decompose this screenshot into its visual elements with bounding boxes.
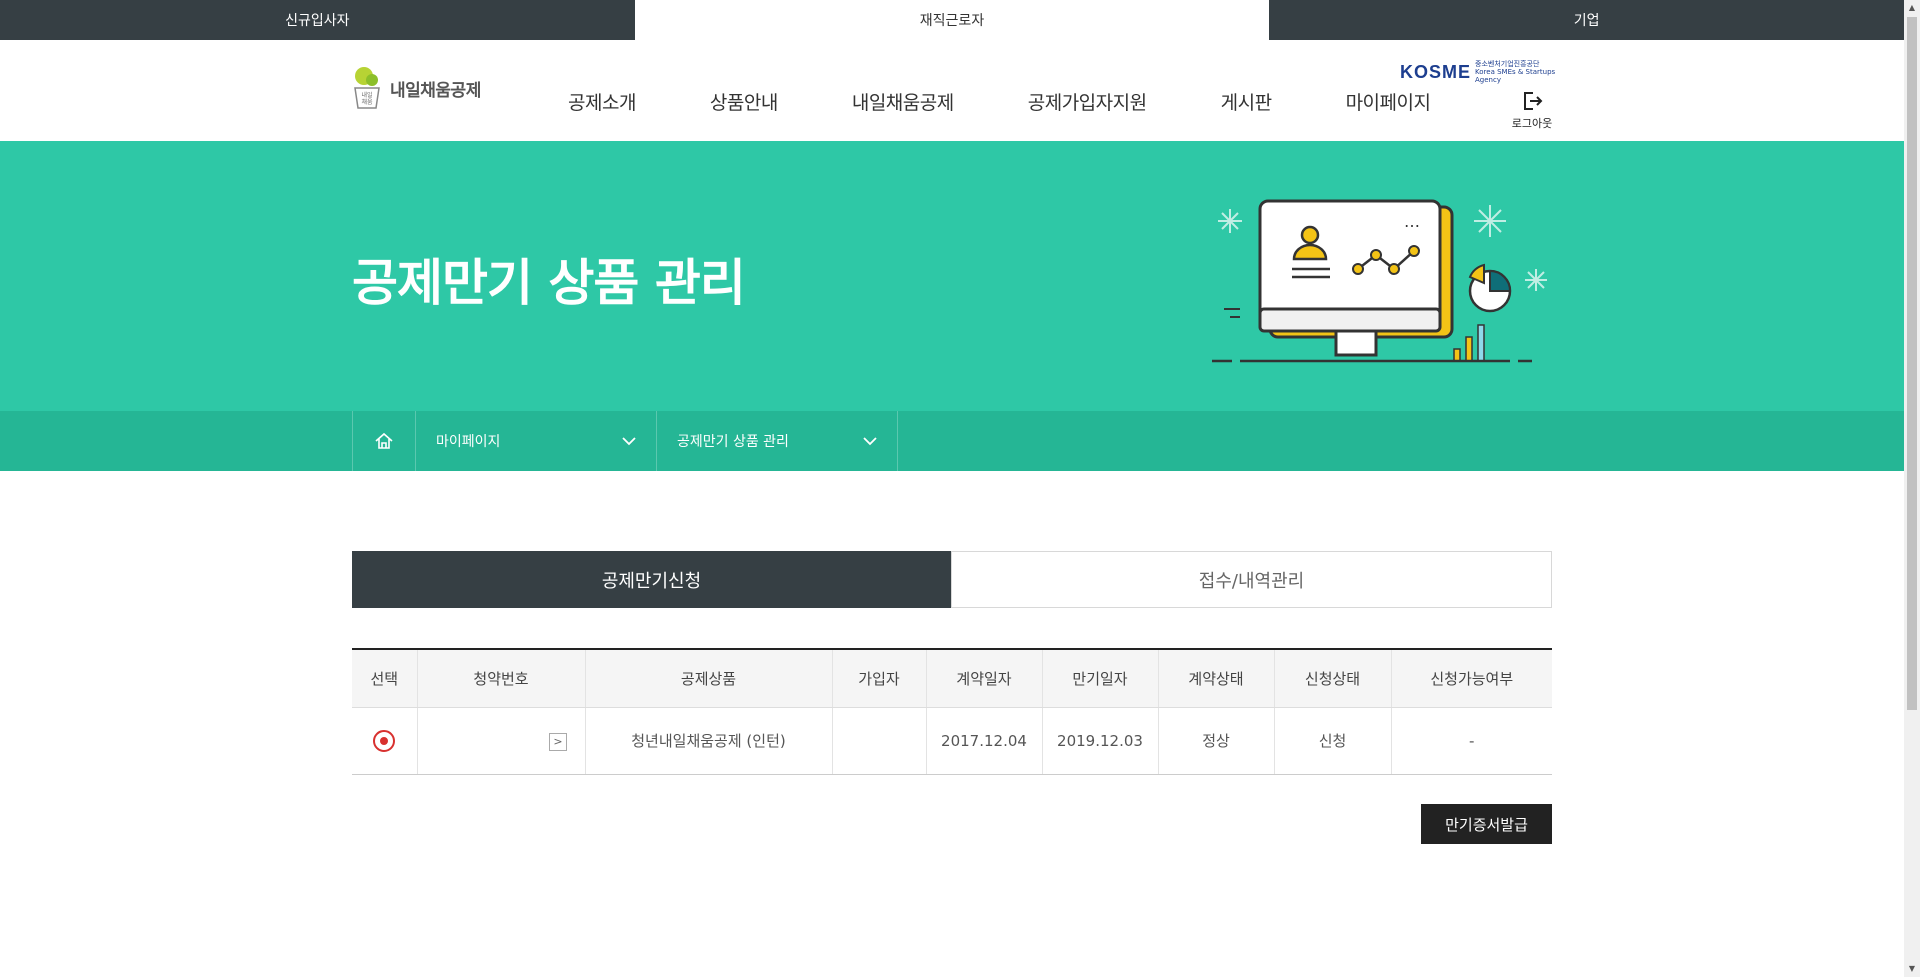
content-tabs: 공제만기신청 접수/내역관리 [352, 551, 1552, 608]
svg-text:…: … [1404, 212, 1420, 231]
user-type-tabs: 신규입사자 재직근로자 기업 [0, 0, 1905, 40]
tab-history[interactable]: 접수/내역관리 [951, 551, 1552, 608]
logout-label: 로그아웃 [1511, 117, 1553, 130]
home-icon [375, 432, 393, 449]
col-contract-date: 계약일자 [925, 649, 1042, 708]
nav-mypage[interactable]: 마이페이지 [1346, 88, 1431, 115]
issue-certificate-button[interactable]: 만기증서발급 [1421, 804, 1552, 844]
page-banner: 공제만기 상품 관리 … [0, 141, 1904, 411]
logo-cup-icon: 내일 채움 [354, 67, 380, 109]
site-header: 내일 채움 내일채움공제 공제소개 상품안내 내일채움공제 공제가입자지원 게시… [0, 40, 1904, 141]
logout-button[interactable]: 로그아웃 [1508, 90, 1556, 131]
col-contract-status: 계약상태 [1157, 649, 1274, 708]
select-cell [352, 707, 417, 775]
col-subscription-no: 청약번호 [416, 649, 585, 708]
row-select-radio[interactable] [373, 729, 396, 752]
col-select: 선택 [352, 649, 417, 708]
page-scrollbar[interactable]: ▲ ▼ [1904, 0, 1920, 977]
chevron-down-icon [622, 437, 636, 446]
maturity-date-cell: 2019.12.03 [1041, 707, 1158, 775]
logo-text: 내일채움공제 [390, 80, 481, 101]
user-type-employee[interactable]: 재직근로자 [634, 0, 1270, 40]
kosme-subtitle: 중소벤처기업진흥공단 Korea SMEs & Startups Agency [1475, 60, 1556, 84]
scroll-down-icon[interactable]: ▼ [1904, 961, 1920, 977]
user-type-new-hire[interactable]: 신규입사자 [0, 0, 635, 40]
subscription-no-cell: > [416, 707, 585, 775]
contract-date-cell: 2017.12.04 [925, 707, 1042, 775]
page-title: 공제만기 상품 관리 [352, 243, 746, 315]
breadcrumb-home[interactable] [352, 411, 416, 471]
contract-status-cell: 정상 [1157, 707, 1274, 775]
breadcrumb: 마이페이지 공제만기 상품 관리 [0, 411, 1904, 471]
scroll-thumb[interactable] [1907, 17, 1917, 710]
breadcrumb-items: 마이페이지 공제만기 상품 관리 [352, 411, 898, 471]
logout-icon [1524, 92, 1543, 110]
eligible-cell: - [1390, 707, 1552, 775]
col-maturity-date: 만기일자 [1041, 649, 1158, 708]
main-nav: 공제소개 상품안내 내일채움공제 공제가입자지원 게시판 마이페이지 [530, 88, 1431, 115]
tab-maturity-apply[interactable]: 공제만기신청 [352, 551, 951, 608]
breadcrumb-level1-label: 마이페이지 [436, 434, 501, 450]
col-eligible: 신청가능여부 [1390, 649, 1552, 708]
chevron-down-icon [863, 437, 877, 446]
nav-board[interactable]: 게시판 [1221, 88, 1272, 115]
table-header-row: 선택 청약번호 공제상품 가입자 계약일자 만기일자 계약상태 신청상태 신청가… [352, 649, 1552, 708]
breadcrumb-level2[interactable]: 공제만기 상품 관리 [657, 411, 898, 471]
maturity-table: 선택 청약번호 공제상품 가입자 계약일자 만기일자 계약상태 신청상태 신청가… [352, 648, 1552, 775]
detail-arrow-button[interactable]: > [549, 732, 567, 751]
user-type-company[interactable]: 기업 [1269, 0, 1905, 40]
breadcrumb-level2-label: 공제만기 상품 관리 [677, 434, 789, 450]
col-application-status: 신청상태 [1273, 649, 1391, 708]
kosme-logo[interactable]: KOSME 중소벤처기업진흥공단 Korea SMEs & Startups A… [1400, 60, 1559, 84]
table-row: > 청년내일채움공제 (인턴) 2017.12.04 2019.12.03 정상… [352, 707, 1552, 775]
nav-member-support[interactable]: 공제가입자지원 [1028, 88, 1147, 115]
scroll-up-icon[interactable]: ▲ [1904, 0, 1920, 16]
nav-naeil[interactable]: 내일채움공제 [852, 88, 954, 115]
site-logo[interactable]: 내일 채움 내일채움공제 [352, 66, 481, 110]
col-product: 공제상품 [584, 649, 832, 708]
svg-text:채움: 채움 [361, 98, 373, 106]
product-cell: 청년내일채움공제 (인턴) [584, 707, 832, 775]
subscriber-cell [831, 707, 926, 775]
col-subscriber: 가입자 [831, 649, 926, 708]
application-status-cell: 신청 [1273, 707, 1391, 775]
nav-intro[interactable]: 공제소개 [568, 88, 636, 115]
monitor-illustration-icon: … [1212, 199, 1547, 363]
svg-text:내일: 내일 [361, 91, 372, 99]
kosme-mark: KOSME [1400, 61, 1472, 82]
nav-products[interactable]: 상품안내 [710, 88, 778, 115]
breadcrumb-level1[interactable]: 마이페이지 [416, 411, 657, 471]
page-title-text: 공제만기 상품 관리 [352, 254, 746, 312]
